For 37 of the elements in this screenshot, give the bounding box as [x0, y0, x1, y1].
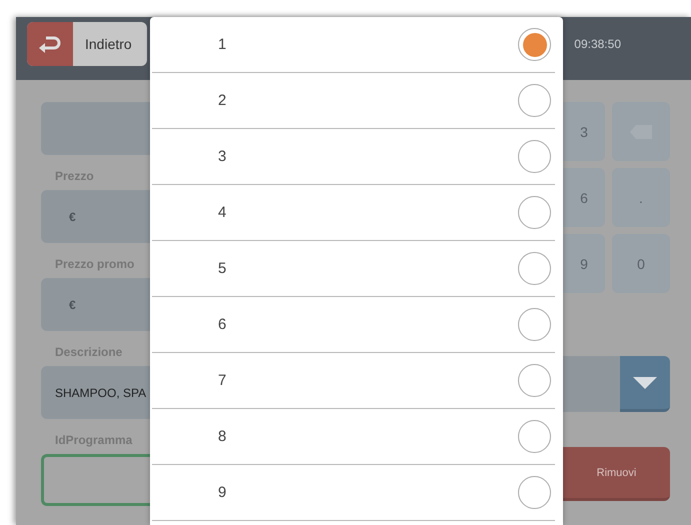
radio-button[interactable]	[518, 28, 551, 61]
option-row[interactable]: 3	[152, 129, 555, 185]
option-row[interactable]: 8	[152, 409, 555, 465]
option-row[interactable]: 9	[152, 465, 555, 521]
option-row[interactable]: 4	[152, 185, 555, 241]
option-row[interactable]: 1	[152, 17, 555, 73]
radio-button[interactable]	[518, 364, 551, 397]
radio-button[interactable]	[518, 84, 551, 117]
option-label: 1	[218, 36, 228, 53]
option-label: 7	[218, 372, 228, 389]
caret-down-icon	[633, 376, 657, 388]
remove-button[interactable]: Rimuovi	[563, 447, 670, 501]
option-row[interactable]: 5	[152, 241, 555, 297]
radio-button[interactable]	[518, 476, 551, 509]
radio-button[interactable]	[518, 140, 551, 173]
dropdown-button[interactable]	[620, 356, 670, 412]
option-label: 6	[218, 316, 228, 333]
input-field[interactable]	[41, 102, 150, 155]
clock-time: 09:38:50	[574, 36, 621, 50]
option-label: 2	[218, 92, 228, 109]
radio-button[interactable]	[518, 308, 551, 341]
radio-button[interactable]	[518, 420, 551, 453]
option-label: 8	[218, 428, 228, 445]
input-field[interactable]	[41, 454, 150, 506]
input-field[interactable]: SHAMPOO, SPA	[41, 366, 150, 419]
dropdown-field[interactable]	[563, 356, 620, 412]
return-arrow-icon	[38, 34, 62, 54]
option-label: 9	[218, 484, 228, 501]
option-row[interactable]: 6	[152, 297, 555, 353]
option-label: 5	[218, 260, 228, 277]
back-button[interactable]: Indietro	[27, 22, 147, 66]
option-label: 3	[218, 148, 228, 165]
option-row[interactable]: 7	[152, 353, 555, 409]
radio-button[interactable]	[518, 196, 551, 229]
radio-button[interactable]	[518, 252, 551, 285]
option-row[interactable]: 2	[152, 73, 555, 129]
option-label: 4	[218, 204, 228, 221]
